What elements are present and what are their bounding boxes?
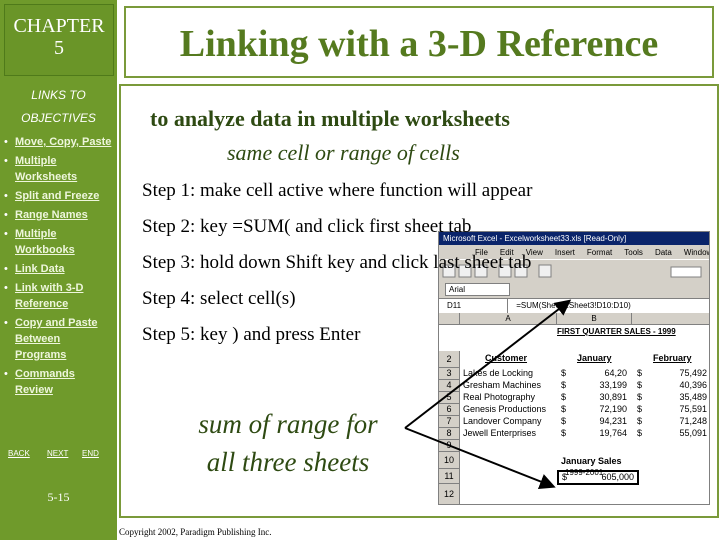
sheet-title: FIRST QUARTER SALES - 1999 (557, 327, 676, 336)
dollar-sign: $ (637, 416, 643, 426)
row-number: 10 (439, 452, 460, 469)
february-value: 35,489 (679, 392, 707, 402)
excel-format-bar: Arial (439, 283, 709, 297)
dollar-sign: $ (561, 428, 567, 438)
dollar-sign: $ (561, 392, 567, 402)
chapter-number: 5 (54, 37, 64, 59)
chapter-badge: CHAPTER 5 (4, 4, 114, 76)
header-customer: Customer (485, 353, 528, 363)
objective-link[interactable]: • Multiple Workbooks (4, 226, 114, 258)
customer-name: Gresham Machines (463, 380, 542, 390)
january-value: 64,20 (604, 368, 627, 378)
objective-link[interactable]: • Range Names (4, 207, 114, 223)
step-1: Step 1: make cell active where function … (142, 180, 533, 201)
row-number: 8 (439, 428, 460, 440)
row-number: 11 (439, 469, 460, 484)
menu-format: Format (586, 248, 613, 257)
name-box: D11 (439, 299, 508, 313)
row-number: 12 (439, 484, 460, 504)
january-value: 30,891 (599, 392, 627, 402)
dollar-sign: $ (637, 368, 643, 378)
january-value: 19,764 (599, 428, 627, 438)
row-number: 4 (439, 380, 460, 392)
january-value: 72,190 (599, 404, 627, 414)
end-button[interactable]: END (82, 449, 99, 458)
header-january: January (577, 353, 612, 363)
objective-link[interactable]: • Multiple Worksheets (4, 153, 114, 185)
dollar-sign: $ (561, 416, 567, 426)
row-number: 3 (439, 368, 460, 380)
subtitle-secondary: same cell or range of cells (227, 140, 460, 165)
corner-header (439, 313, 460, 325)
dollar-sign: $ (637, 428, 643, 438)
callout-line-1: sum of range for (198, 409, 378, 439)
sidebar: CHAPTER 5 LINKS TO OBJECTIVES • Move, Cop… (0, 0, 117, 540)
excel-title-bar: Microsoft Excel - Excelworksheet33.xls [… (439, 232, 709, 245)
customer-name: Jewell Enterprises (463, 428, 537, 438)
dollar-sign: $ (562, 472, 568, 482)
row-number: 7 (439, 416, 460, 428)
step-3: Step 3: hold down Shift key and click la… (142, 252, 532, 273)
objectives-title: OBJECTIVES (21, 111, 96, 125)
step-4: Step 4: select cell(s) (142, 288, 296, 309)
objective-link[interactable]: • Copy and Paste Between Programs (4, 315, 114, 363)
back-button[interactable]: BACK (8, 449, 30, 458)
dollar-sign: $ (637, 404, 643, 414)
summary-label: January Sales (561, 456, 622, 466)
objective-link[interactable]: • Split and Freeze (4, 188, 114, 204)
objective-link[interactable]: • Move, Copy, Paste (4, 134, 114, 150)
dollar-sign: $ (637, 392, 643, 402)
formula-text: =SUM(Sheet1:Sheet3!D10:D10) (516, 301, 631, 310)
header-february: February (653, 353, 692, 363)
active-cell-d11: $ 605,000 (557, 470, 639, 485)
formula-bar: D11 =SUM(Sheet1:Sheet3!D10:D10) (439, 298, 709, 313)
dollar-sign: $ (561, 380, 567, 390)
menu-tools: Tools (624, 248, 643, 257)
objective-link[interactable]: • Commands Review (4, 366, 114, 398)
objectives-list: • Move, Copy, Paste • Multiple Worksheets … (4, 134, 114, 401)
row-number: 6 (439, 404, 460, 416)
february-value: 71,248 (679, 416, 707, 426)
menu-insert: Insert (554, 248, 575, 257)
customer-name: Landover Company (463, 416, 542, 426)
objective-link[interactable]: • Link with 3-D Reference (4, 280, 114, 312)
february-value: 55,091 (679, 428, 707, 438)
dollar-sign: $ (561, 404, 567, 414)
callout-text: sum of range for all three sheets (170, 405, 406, 481)
row-number: 2 (439, 351, 460, 368)
step-5: Step 5: key ) and press Enter (142, 324, 361, 345)
font-box: Arial (445, 283, 510, 296)
menu-window: Window (683, 248, 710, 257)
menu-data: Data (654, 248, 672, 257)
column-header-a: A (460, 313, 557, 325)
chapter-label: CHAPTER (13, 15, 105, 37)
links-to-label: LINKS TO (31, 88, 86, 102)
page-number: 5-15 (47, 490, 70, 504)
customer-name: Genesis Productions (463, 404, 547, 414)
dollar-sign: $ (637, 380, 643, 390)
page-title: Linking with a 3-D Reference (179, 23, 659, 65)
customer-name: Real Photography (463, 392, 536, 402)
copyright: Copyright 2002, Paradigm Publishing Inc. (119, 527, 272, 537)
row-number: 5 (439, 392, 460, 404)
february-value: 75,591 (679, 404, 707, 414)
spreadsheet-grid: A B FIRST QUARTER SALES - 1999 2 Custome… (439, 313, 709, 504)
dollar-sign: $ (561, 368, 567, 378)
february-value: 75,492 (679, 368, 707, 378)
step-2: Step 2: key =SUM( and click first sheet … (142, 216, 472, 237)
january-value: 94,231 (599, 416, 627, 426)
row-number: 9 (439, 440, 460, 452)
title-banner: Linking with a 3-D Reference (124, 6, 714, 78)
subtitle-primary: to analyze data in multiple worksheets (150, 106, 510, 131)
column-header-b: B (557, 313, 632, 325)
january-value: 33,199 (599, 380, 627, 390)
column-header-c (632, 313, 709, 325)
summary-value: 605,000 (601, 472, 634, 482)
callout-line-2: all three sheets (206, 447, 370, 477)
february-value: 40,396 (679, 380, 707, 390)
next-button[interactable]: NEXT (47, 449, 68, 458)
objective-link[interactable]: • Link Data (4, 261, 114, 277)
customer-name: Lakes de Locking (463, 368, 534, 378)
